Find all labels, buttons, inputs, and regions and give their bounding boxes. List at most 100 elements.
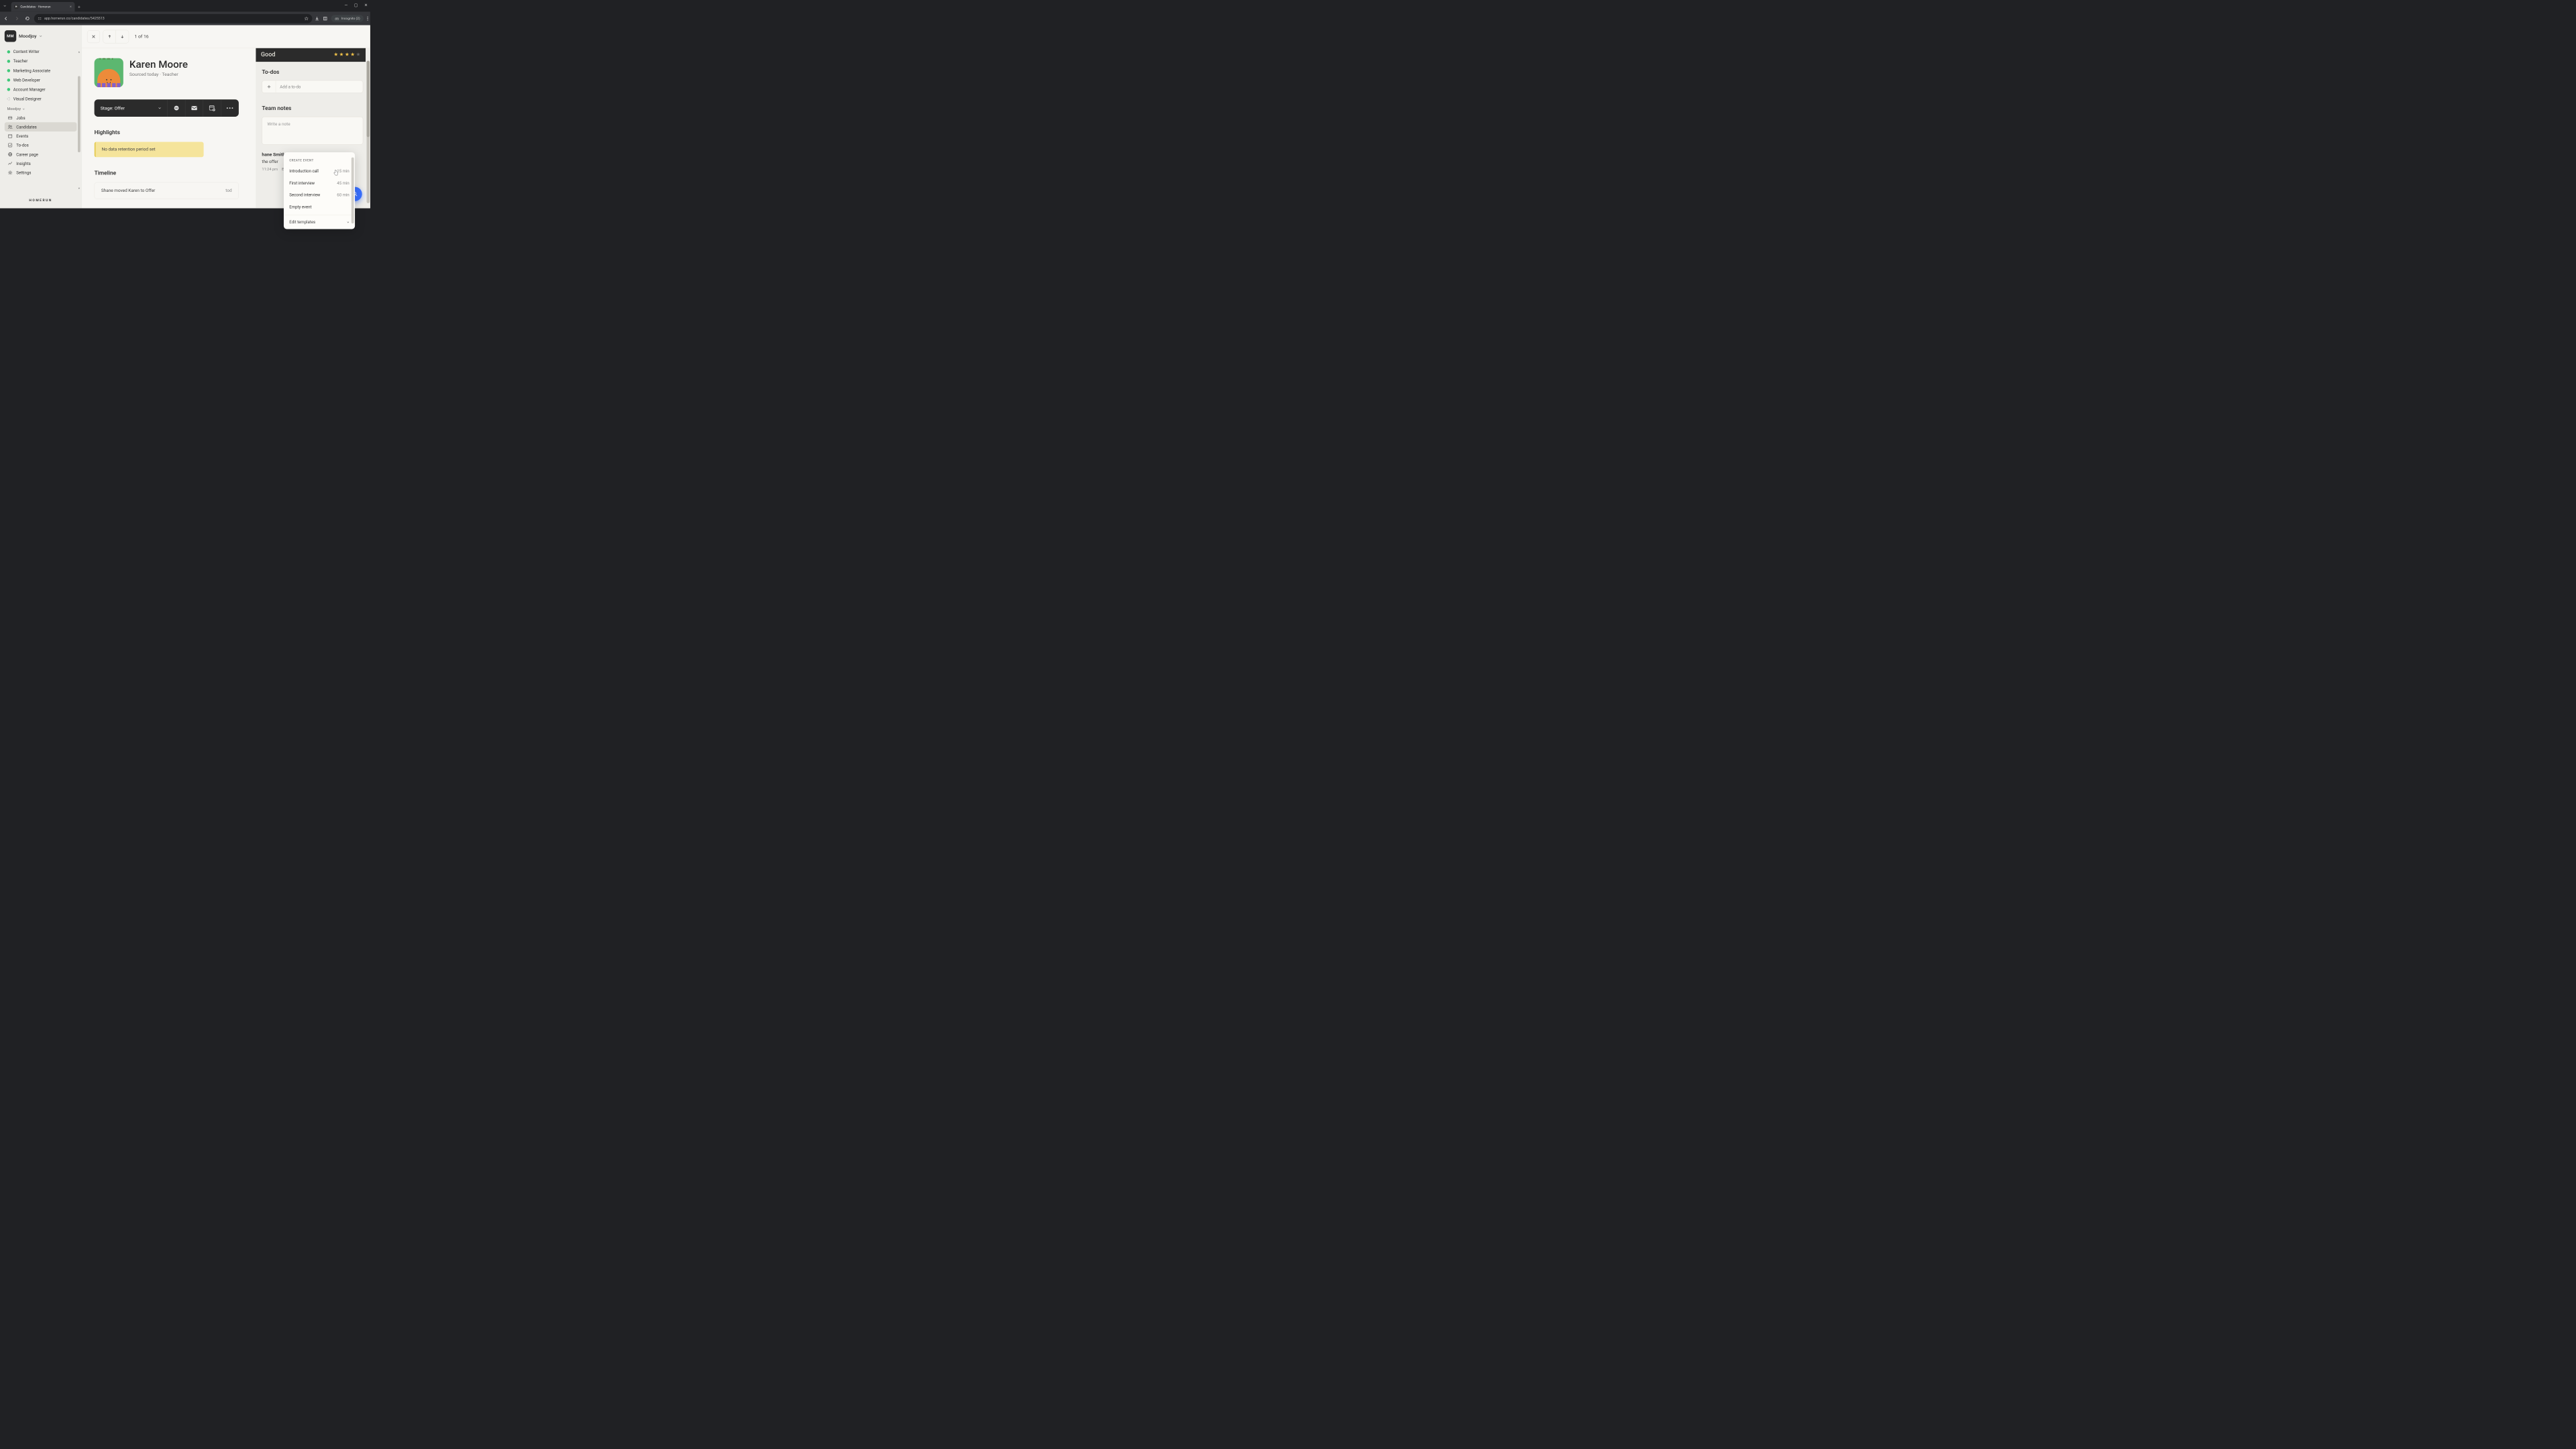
sidebar-scrollbar[interactable] <box>78 76 80 152</box>
secondary-nav-label: Moodjoy <box>7 107 21 111</box>
nav-insights[interactable]: Insights <box>5 159 77 168</box>
more-actions-button[interactable] <box>221 99 239 117</box>
chart-icon <box>7 161 13 166</box>
edit-templates-label: Edit templates <box>289 219 315 224</box>
right-panel-scrollbar-track[interactable] <box>367 61 370 203</box>
add-todo-button[interactable] <box>262 80 276 93</box>
scrollbar-arrow-up[interactable]: ▲ <box>78 50 80 53</box>
team-notes-title: Team notes <box>262 105 363 111</box>
bookmark-star-icon[interactable] <box>304 16 309 21</box>
reload-button[interactable] <box>23 14 32 22</box>
event-template-item[interactable]: Empty event <box>284 201 355 213</box>
job-item[interactable]: Account Manager <box>5 85 77 94</box>
chevron-down-icon <box>158 107 162 110</box>
event-template-item[interactable]: Second interview 60 min <box>284 189 355 201</box>
status-dot-icon <box>7 69 11 72</box>
minus-circle-icon <box>173 105 179 111</box>
forward-button[interactable] <box>13 14 21 22</box>
candidate-name: Karen Moore <box>129 58 188 70</box>
job-item[interactable]: Marketing Associate <box>5 66 77 75</box>
event-template-label: Empty event <box>289 205 311 209</box>
job-label: Marketing Associate <box>13 68 50 73</box>
arrow-right-icon <box>15 16 19 21</box>
workspace-switcher[interactable]: MM Moodjoy <box>0 25 81 48</box>
new-tab-button[interactable]: + <box>75 4 83 9</box>
nav-settings[interactable]: Settings <box>5 168 77 178</box>
status-dot-draft-icon <box>7 97 11 101</box>
nav-candidates[interactable]: Candidates <box>5 122 77 131</box>
incognito-icon <box>335 17 339 20</box>
todo-input-row: Add a to-do <box>262 80 363 93</box>
nav-events[interactable]: Events <box>5 131 77 141</box>
tab-search-dropdown[interactable] <box>1 3 8 9</box>
stage-label: Stage: Offer <box>101 105 125 111</box>
note-time: 11:24 pm <box>262 167 278 172</box>
incognito-badge[interactable]: Incognito (2) <box>331 15 364 21</box>
chevron-down-icon <box>22 108 25 111</box>
timeline-date: tod <box>225 188 231 193</box>
tab-close-button[interactable]: × <box>70 5 72 9</box>
reload-icon <box>25 16 30 21</box>
job-item[interactable]: Content Writer <box>5 47 77 56</box>
content-header: 1 of 16 <box>82 25 370 48</box>
timeline-text: Shane moved Karen to Offer <box>101 188 155 193</box>
create-event-popover: CREATE EVENT Introduction call 15 min Fi… <box>284 152 355 229</box>
secondary-nav-header[interactable]: Moodjoy <box>0 103 81 113</box>
disqualify-button[interactable] <box>168 99 186 117</box>
url-bar[interactable]: app.homerun.co/candidates/5425513 <box>34 14 313 23</box>
sidebar: MM Moodjoy Content Writer Teacher Market… <box>0 25 81 209</box>
event-template-duration: 15 min <box>337 168 349 173</box>
star-icon: ★ <box>350 51 355 57</box>
address-bar: app.homerun.co/candidates/5425513 Incogn… <box>0 11 370 25</box>
arrow-left-icon <box>4 16 9 21</box>
window-controls: — ▢ ✕ <box>345 3 368 7</box>
highlights-title: Highlights <box>95 129 244 136</box>
brand-logo: HOMERUN <box>0 193 81 209</box>
job-label: Teacher <box>13 59 28 64</box>
scrollbar-arrow-down[interactable]: ▼ <box>78 187 80 190</box>
nav-label: Jobs <box>16 115 25 120</box>
nav-todos[interactable]: To-dos <box>5 141 77 150</box>
close-button[interactable] <box>87 30 100 43</box>
minimize-button[interactable]: — <box>345 3 348 7</box>
close-window-button[interactable]: ✕ <box>364 3 368 7</box>
job-item[interactable]: Web Developer <box>5 75 77 85</box>
todo-input[interactable]: Add a to-do <box>276 85 305 89</box>
email-button[interactable] <box>185 99 203 117</box>
tab-title: Candidates · Homerun <box>20 5 68 9</box>
nav-list: Jobs Candidates Events To-dos Career pag… <box>0 113 81 178</box>
stage-select[interactable]: Stage: Offer <box>95 99 168 117</box>
maximize-button[interactable]: ▢ <box>354 3 358 7</box>
job-item[interactable]: Visual Designer <box>5 94 77 103</box>
checkbox-icon <box>7 143 13 148</box>
note-input[interactable]: Write a note <box>262 117 363 145</box>
mail-icon <box>191 105 197 111</box>
prev-candidate-button[interactable] <box>103 30 116 43</box>
schedule-button[interactable] <box>203 99 221 117</box>
menu-icon[interactable] <box>367 16 368 21</box>
event-template-item[interactable]: First interview 45 min <box>284 177 355 189</box>
downloads-icon[interactable] <box>315 16 319 21</box>
highlight-banner[interactable]: No data retention period set <box>95 142 204 157</box>
workspace-name: Moodjoy <box>19 34 36 39</box>
nav-jobs[interactable]: Jobs <box>5 113 77 123</box>
star-rating[interactable]: ★ ★ ★ ★ ★ <box>333 51 360 57</box>
next-candidate-button[interactable] <box>116 30 129 43</box>
gear-icon <box>7 170 13 176</box>
status-dot-icon <box>7 60 11 63</box>
browser-tab[interactable]: H Candidates · Homerun × <box>11 2 75 11</box>
edit-templates-button[interactable]: Edit templates <box>284 215 355 229</box>
popover-scrollbar[interactable] <box>352 158 354 224</box>
right-panel-scrollbar-thumb[interactable] <box>367 61 370 138</box>
chevron-down-icon <box>39 35 42 38</box>
job-item[interactable]: Teacher <box>5 56 77 66</box>
nav-career-page[interactable]: Career page <box>5 150 77 159</box>
back-button[interactable] <box>2 14 10 22</box>
reading-list-icon[interactable] <box>323 16 327 21</box>
calendar-add-icon <box>209 105 215 111</box>
toolbar-icons: Incognito (2) <box>315 15 368 21</box>
candidate-avatar <box>95 58 123 87</box>
site-settings-icon[interactable] <box>38 16 42 20</box>
event-template-item[interactable]: Introduction call 15 min <box>284 165 355 177</box>
profile-header: Karen Moore Sourced today · Teacher <box>95 58 244 87</box>
